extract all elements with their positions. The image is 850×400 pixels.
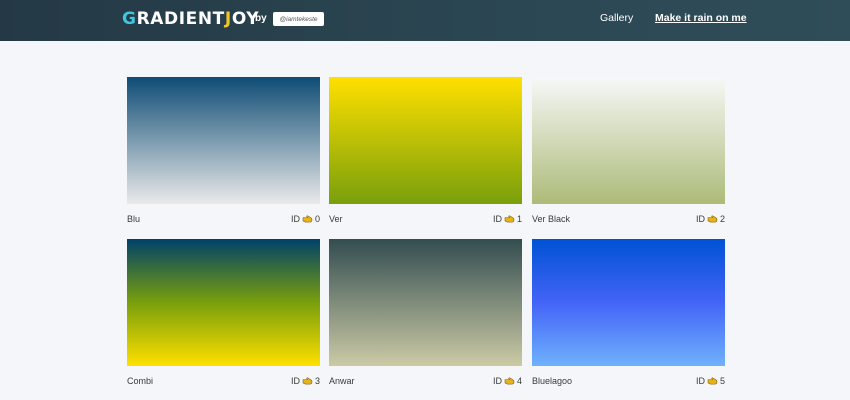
gradient-card: Ver Black ID 2 (532, 77, 725, 228)
nav-gallery-link[interactable]: Gallery (600, 12, 633, 24)
id-label: ID (492, 214, 502, 224)
id-label: ID (695, 214, 705, 224)
gradient-card: Blu ID 0 (127, 77, 320, 228)
gradient-name: Ver Black (532, 214, 571, 224)
gradient-id-button[interactable]: ID 5 (696, 376, 725, 386)
id-label: ID (290, 376, 300, 386)
pointing-hand-icon (707, 376, 718, 385)
gradient-meta: Blu ID 0 (127, 214, 320, 228)
gradient-id: 2 (719, 214, 725, 224)
gradient-meta: Anwar ID 4 (329, 376, 522, 390)
gradient-swatch[interactable] (329, 239, 522, 366)
gradient-card: Anwar ID 4 (329, 239, 522, 390)
id-label: ID (695, 376, 705, 386)
pointing-hand-icon (504, 376, 515, 385)
gradient-card: Combi ID 3 (127, 239, 320, 390)
gradient-id-button[interactable]: ID 3 (291, 376, 320, 386)
id-label: ID (290, 214, 300, 224)
gradient-id: 0 (314, 214, 320, 224)
gradient-name: Anwar (329, 376, 355, 386)
gradient-meta: Bluelagoo ID 5 (532, 376, 725, 390)
gradient-card: Bluelagoo ID 5 (532, 239, 725, 390)
nav-make-it-rain-link[interactable]: Make it rain on me (655, 12, 747, 24)
gradient-id: 3 (314, 376, 320, 386)
gradient-name: Combi (127, 376, 154, 386)
gradient-swatch[interactable] (532, 77, 725, 204)
gradient-id: 5 (719, 376, 725, 386)
pointing-hand-icon (302, 214, 313, 223)
gradient-swatch[interactable] (127, 77, 320, 204)
logo-text: RADIENT (136, 9, 225, 29)
logo-letter-g: G (122, 9, 137, 29)
logo-letter-j: J (224, 9, 232, 29)
logo[interactable]: GRADIENTJOY (122, 9, 259, 29)
gradient-name: Bluelagoo (532, 376, 573, 386)
top-bar: GRADIENTJOY by @iamtekeste Gallery Make … (0, 0, 850, 41)
gradient-id: 1 (516, 214, 522, 224)
gradient-swatch[interactable] (127, 239, 320, 366)
pointing-hand-icon (302, 376, 313, 385)
gradient-name: Blu (127, 214, 141, 224)
gradient-swatch[interactable] (329, 77, 522, 204)
gradient-id-button[interactable]: ID 0 (291, 214, 320, 224)
gradient-swatch[interactable] (532, 239, 725, 366)
by-label: by (255, 13, 267, 24)
pointing-hand-icon (707, 214, 718, 223)
gradient-id-button[interactable]: ID 2 (696, 214, 725, 224)
gradient-card: Ver ID 1 (329, 77, 522, 228)
gradient-meta: Combi ID 3 (127, 376, 320, 390)
gradient-meta: Ver ID 1 (329, 214, 522, 228)
gradient-id: 4 (516, 376, 522, 386)
gradient-meta: Ver Black ID 2 (532, 214, 725, 228)
gradient-id-button[interactable]: ID 1 (493, 214, 522, 224)
pointing-hand-icon (504, 214, 515, 223)
gradient-name: Ver (329, 214, 343, 224)
author-handle-link[interactable]: @iamtekeste (273, 12, 324, 26)
gradient-id-button[interactable]: ID 4 (493, 376, 522, 386)
id-label: ID (492, 376, 502, 386)
